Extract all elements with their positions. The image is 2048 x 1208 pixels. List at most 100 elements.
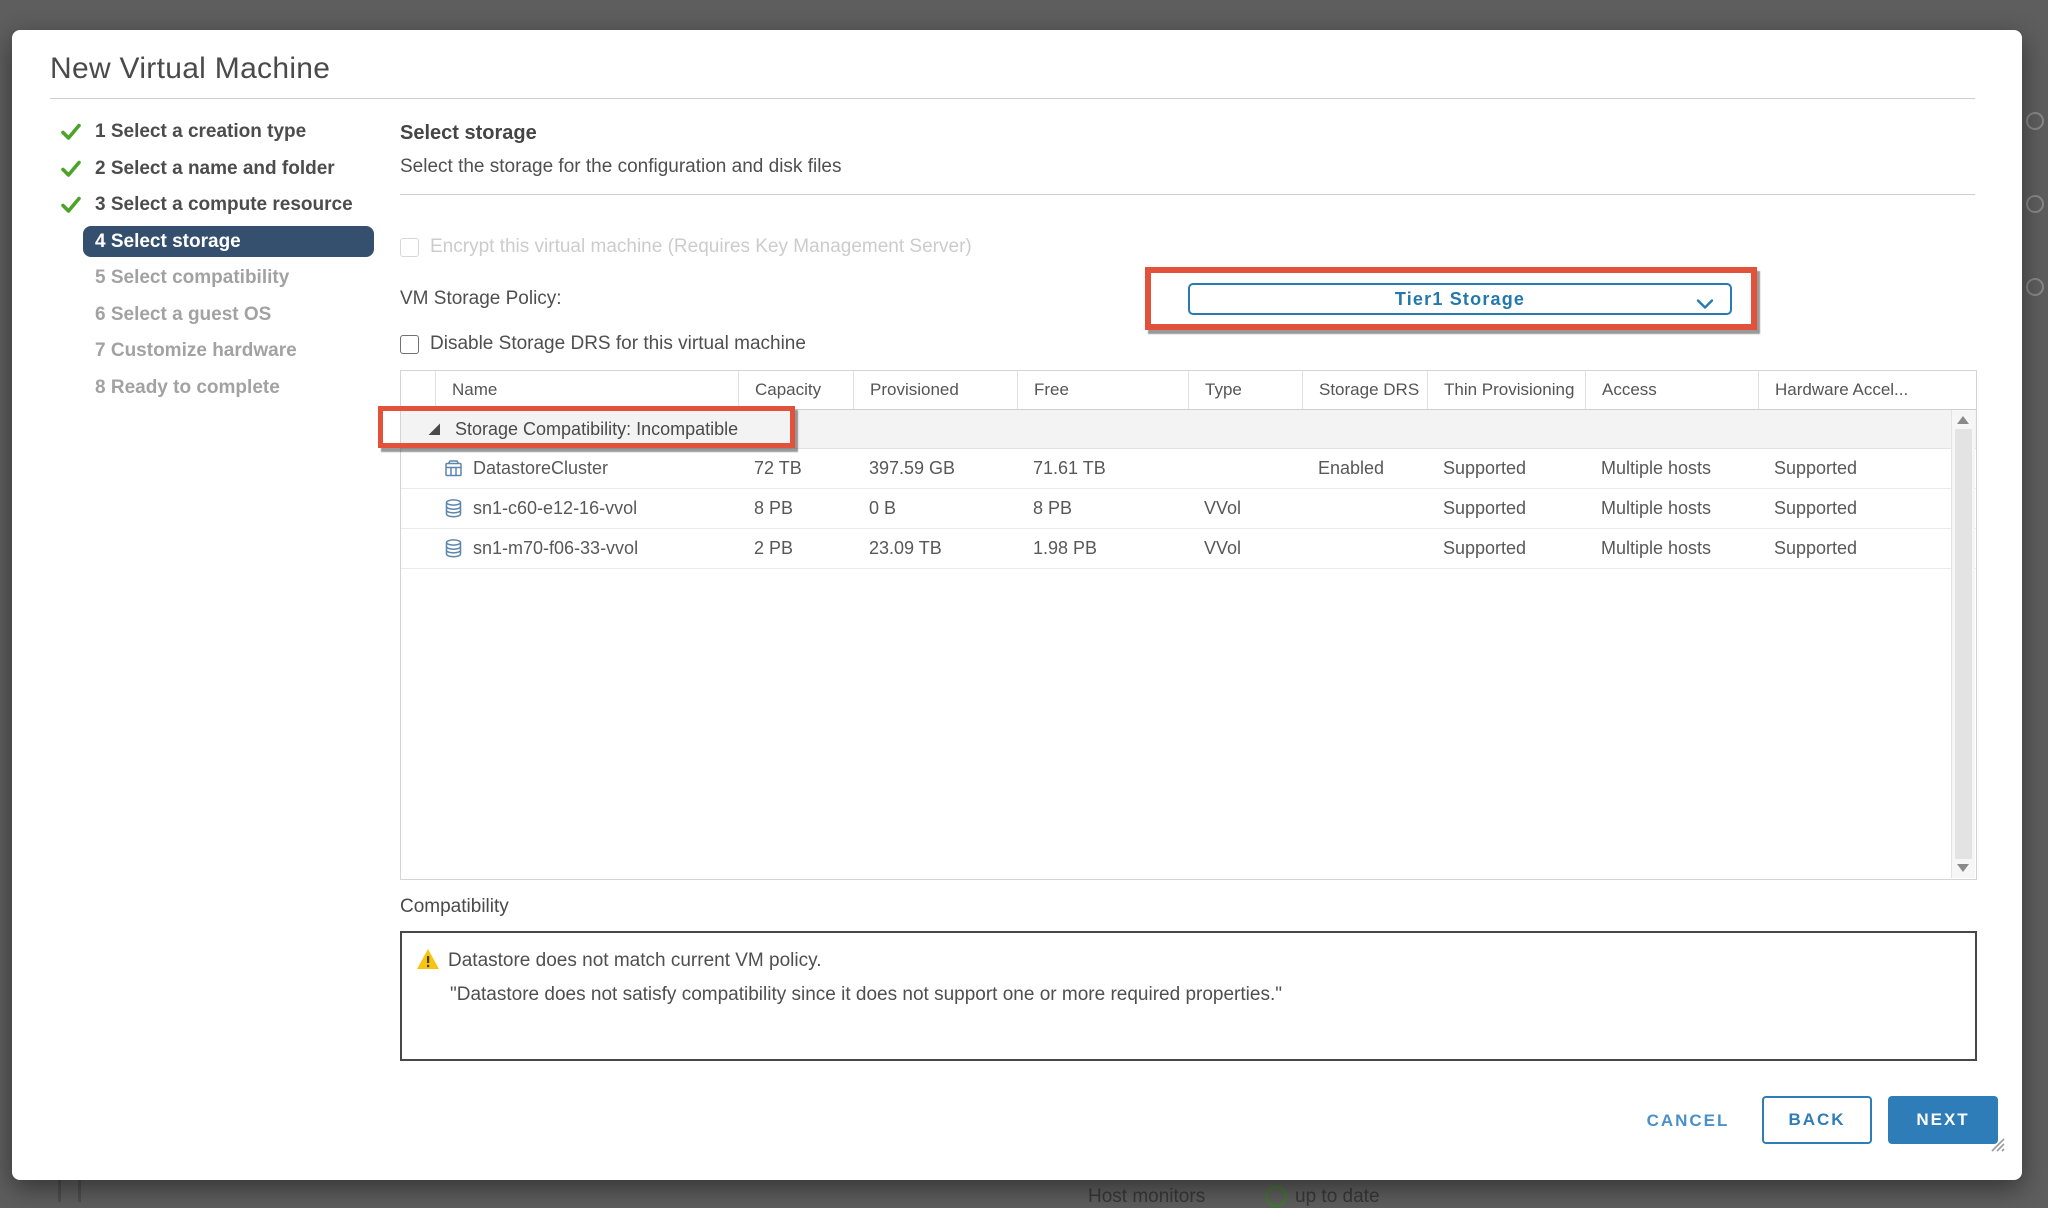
disable-drs-row: Disable Storage DRS for this virtual mac… — [400, 333, 806, 355]
column-header-thin-provisioning[interactable]: Thin Provisioning — [1428, 371, 1586, 409]
step-ready-to-complete[interactable]: 8 Ready to complete — [58, 370, 390, 407]
cell-thin-provisioning: Supported — [1443, 538, 1527, 558]
background-text-fragment: Host monitors — [1088, 1186, 1206, 1207]
cell-access: Multiple hosts — [1601, 458, 1712, 478]
cell-type: VVol — [1204, 498, 1242, 518]
page-subtitle: Select the storage for the configuration… — [400, 156, 842, 177]
column-header-type[interactable]: Type — [1189, 371, 1303, 409]
resize-handle[interactable] — [1986, 1133, 2006, 1158]
selector-column-header — [401, 371, 436, 409]
cell-type — [1189, 449, 1303, 488]
cell-access: Multiple hosts — [1601, 498, 1712, 518]
cell-hardware-accel: Supported — [1774, 458, 1858, 478]
step-label: 3 Select a compute resource — [95, 194, 353, 216]
vm-storage-policy-label: VM Storage Policy: — [400, 288, 562, 309]
column-header-provisioned[interactable]: Provisioned — [854, 371, 1018, 409]
step-label: 7 Customize hardware — [95, 340, 297, 362]
content-divider — [400, 194, 1975, 195]
annotation-highlight-policy — [1145, 267, 1757, 330]
back-button[interactable]: BACK — [1762, 1096, 1872, 1144]
check-icon — [60, 159, 86, 179]
page-title: Select storage — [400, 122, 537, 144]
compatibility-message-box: Datastore does not match current VM poli… — [400, 931, 1977, 1061]
encrypt-vm-checkbox — [400, 237, 419, 257]
step-select-storage[interactable]: 4 Select storage — [58, 224, 390, 261]
column-header-storage-drs[interactable]: Storage DRS — [1303, 371, 1428, 409]
column-header-capacity[interactable]: Capacity — [739, 371, 854, 409]
compatibility-warning-title: Datastore does not match current VM poli… — [448, 950, 822, 971]
cell-capacity: 2 PB — [754, 538, 794, 558]
cell-provisioned: 0 B — [869, 498, 897, 518]
cell-provisioned: 23.09 TB — [869, 538, 942, 558]
status-ok-icon — [1266, 1186, 1287, 1207]
datastore-icon — [443, 538, 464, 559]
dialog-title: New Virtual Machine — [50, 52, 331, 85]
cell-access: Multiple hosts — [1601, 538, 1712, 558]
next-button[interactable]: NEXT — [1888, 1096, 1998, 1144]
step-label: 4 Select storage — [95, 230, 241, 252]
table-row-datastore[interactable]: sn1-m70-f06-33-vvol 2 PB 23.09 TB 1.98 P… — [401, 529, 1976, 569]
step-select-name-folder[interactable]: 2 Select a name and folder — [58, 151, 390, 188]
cell-storage-drs — [1303, 489, 1428, 528]
scroll-up-icon[interactable] — [1957, 416, 1969, 424]
cell-hardware-accel: Supported — [1774, 538, 1858, 558]
table-row-datastore-cluster[interactable]: DatastoreCluster 72 TB 397.59 GB 71.61 T… — [401, 449, 1976, 489]
step-label: 1 Select a creation type — [95, 121, 307, 143]
background-text-fragment: up to date — [1295, 1186, 1380, 1207]
check-icon — [60, 122, 86, 142]
column-header-free[interactable]: Free — [1018, 371, 1189, 409]
datastore-name: DatastoreCluster — [473, 458, 609, 478]
warning-icon — [416, 948, 440, 975]
cell-capacity: 8 PB — [754, 498, 794, 518]
title-divider — [50, 98, 1975, 99]
compatibility-section-label: Compatibility — [400, 896, 509, 917]
background-edge-fragment — [78, 1180, 81, 1202]
disable-drs-label: Disable Storage DRS for this virtual mac… — [430, 333, 806, 354]
compatibility-warning-detail: "Datastore does not satisfy compatibilit… — [450, 984, 1282, 1005]
datastore-name: sn1-m70-f06-33-vvol — [473, 538, 639, 558]
cell-thin-provisioning: Supported — [1443, 498, 1527, 518]
annotation-highlight-compatibility-group — [378, 406, 795, 448]
table-row-datastore[interactable]: sn1-c60-e12-16-vvol 8 PB 0 B 8 PB VVol S… — [401, 489, 1976, 529]
cell-provisioned: 397.59 GB — [869, 458, 956, 478]
cell-free: 1.98 PB — [1033, 538, 1098, 558]
step-customize-hardware[interactable]: 7 Customize hardware — [58, 333, 390, 370]
step-label: 5 Select compatibility — [95, 267, 290, 289]
cancel-button[interactable]: CANCEL — [1628, 1102, 1748, 1140]
scrollbar-thumb[interactable] — [1955, 429, 1972, 859]
cell-hardware-accel: Supported — [1774, 498, 1858, 518]
step-select-compute-resource[interactable]: 3 Select a compute resource — [58, 187, 390, 224]
step-label: 8 Ready to complete — [95, 376, 280, 398]
table-header-row: Name Capacity Provisioned Free Type Stor… — [401, 371, 1976, 410]
scroll-down-icon[interactable] — [1957, 864, 1969, 872]
step-select-compatibility[interactable]: 5 Select compatibility — [58, 260, 390, 297]
column-header-name[interactable]: Name — [436, 371, 739, 409]
cell-capacity: 72 TB — [754, 458, 802, 478]
background-icon-fragment — [2026, 278, 2044, 296]
encrypt-vm-row: Encrypt this virtual machine (Requires K… — [400, 236, 972, 258]
wizard-steps-sidebar: 1 Select a creation type 2 Select a name… — [58, 114, 390, 406]
background-edge-fragment — [58, 1180, 61, 1202]
column-header-hardware-accel[interactable]: Hardware Accel... — [1759, 371, 1976, 409]
column-header-access[interactable]: Access — [1586, 371, 1759, 409]
datastore-cluster-icon — [443, 458, 464, 479]
table-scrollbar[interactable] — [1951, 410, 1975, 878]
background-icon-fragment — [2026, 195, 2044, 213]
cell-free: 8 PB — [1033, 498, 1073, 518]
cell-storage-drs — [1303, 529, 1428, 568]
cell-free: 71.61 TB — [1033, 458, 1106, 478]
new-vm-wizard-dialog: New Virtual Machine 1 Select a creation … — [12, 30, 2022, 1180]
cell-thin-provisioning: Supported — [1443, 458, 1527, 478]
check-icon — [60, 195, 86, 215]
cell-type: VVol — [1204, 538, 1242, 558]
cell-storage-drs: Enabled — [1318, 458, 1385, 478]
background-icon-fragment — [2026, 112, 2044, 130]
datastore-icon — [443, 498, 464, 519]
step-label: 6 Select a guest OS — [95, 303, 272, 325]
step-select-guest-os[interactable]: 6 Select a guest OS — [58, 297, 390, 334]
datastore-name: sn1-c60-e12-16-vvol — [473, 498, 638, 518]
disable-drs-checkbox[interactable] — [400, 334, 419, 354]
step-select-creation-type[interactable]: 1 Select a creation type — [58, 114, 390, 151]
step-label: 2 Select a name and folder — [95, 157, 335, 179]
encrypt-vm-label: Encrypt this virtual machine (Requires K… — [430, 236, 972, 257]
